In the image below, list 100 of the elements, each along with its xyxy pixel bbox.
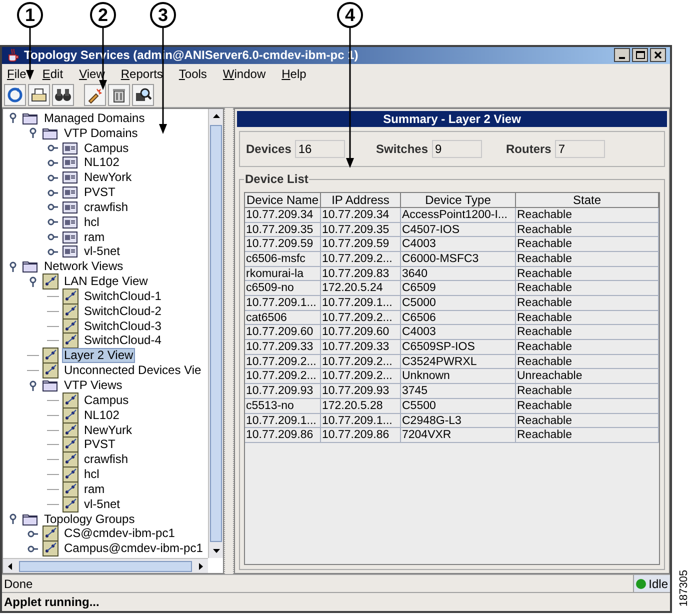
table-cell: Unreachable	[516, 369, 659, 384]
column-header[interactable]: IP Address	[321, 192, 401, 207]
device-icon	[62, 169, 79, 186]
tree-item[interactable]: vl-5net	[82, 244, 122, 260]
table-cell: Reachable	[516, 428, 659, 442]
tree-item[interactable]: hcl	[82, 467, 102, 482]
topology-icon	[62, 436, 79, 454]
tree-item[interactable]: LAN Edge View	[62, 274, 150, 290]
tree-item[interactable]: SwitchCloud-1	[82, 288, 164, 304]
callout-marker: 2	[90, 2, 116, 28]
callout-marker: 4	[337, 2, 363, 28]
tree-item[interactable]: CS@cmdev-ibm-pc1	[62, 526, 177, 542]
tree-item[interactable]: vl-5net	[82, 496, 122, 512]
table-cell: C4507-IOS	[401, 222, 516, 236]
tree-item[interactable]: hcl	[82, 214, 102, 230]
table-cell: Reachable	[516, 384, 659, 398]
toggle-icon[interactable]	[7, 112, 19, 124]
vertical-scrollbar[interactable]	[208, 108, 223, 558]
table-cell: 10.77.209.33	[245, 340, 321, 354]
menu-item[interactable]: Edit	[42, 68, 64, 80]
tree-item[interactable]: Campus	[82, 392, 131, 408]
table-cell: Reachable	[516, 252, 659, 266]
toggle-icon[interactable]	[47, 142, 59, 154]
tree-item[interactable]: SwitchCloud-4	[82, 333, 164, 348]
close-button[interactable]	[650, 48, 666, 62]
panel-header: Summary - Layer 2 View	[237, 110, 667, 127]
table-cell: c6506-msfc	[245, 252, 321, 266]
tree-item[interactable]: Campus@cmdev-ibm-pc1	[62, 541, 205, 556]
tree-item[interactable]: Network Views	[42, 259, 126, 274]
tree-item[interactable]: ram	[82, 230, 107, 245]
topology-icon	[62, 302, 79, 320]
topology-icon	[42, 362, 59, 380]
table-cell: 10.77.209.1...	[321, 296, 401, 310]
tree-item[interactable]: VTP Domains	[62, 126, 140, 141]
table-cell: C4003	[401, 237, 516, 251]
toolbar-button[interactable]	[28, 84, 50, 106]
table-cell: C2948G-L3	[401, 414, 516, 428]
menu-item[interactable]: Reports	[120, 68, 163, 80]
tree-item[interactable]: Unconnected Devices Vie	[62, 363, 204, 378]
toggle-icon[interactable]	[27, 127, 39, 140]
split-handle[interactable]	[224, 108, 234, 574]
count-field: 7	[555, 140, 606, 158]
tree-item[interactable]: crawfish	[82, 452, 130, 468]
toggle-icon[interactable]	[7, 260, 19, 273]
minimize-button[interactable]	[614, 48, 630, 62]
tree-item[interactable]: PVST	[82, 437, 118, 452]
scroll-thumb[interactable]	[210, 124, 222, 542]
tree-item[interactable]: Topology Groups	[42, 512, 137, 527]
device-icon	[62, 140, 79, 156]
tree-item[interactable]: Layer 2 View	[62, 348, 136, 364]
table-cell: Reachable	[516, 354, 659, 368]
maximize-button[interactable]	[632, 48, 648, 62]
status-text: Done	[3, 576, 34, 592]
applet-status: Applet running...	[3, 594, 100, 611]
menu-item[interactable]: Tools	[178, 68, 207, 80]
toolbar-button[interactable]	[52, 84, 74, 106]
tree-item[interactable]: SwitchCloud-2	[82, 304, 164, 319]
horizontal-scrollbar[interactable]	[3, 558, 208, 573]
column-header[interactable]: Device Type	[401, 192, 516, 207]
toggle-icon[interactable]	[7, 513, 19, 526]
table-cell: Reachable	[516, 208, 659, 222]
tree-item[interactable]: NL102	[82, 155, 122, 170]
table-cell: 10.77.209.33	[321, 340, 401, 354]
tree-item[interactable]: crawfish	[82, 200, 130, 215]
tree-item[interactable]: PVST	[82, 185, 118, 200]
toolbar-button[interactable]	[84, 84, 106, 106]
tree-item[interactable]: ram	[82, 482, 107, 497]
scroll-thumb[interactable]	[19, 560, 192, 572]
toggle-icon[interactable]	[27, 276, 39, 288]
column-header[interactable]: State	[516, 192, 659, 207]
table-cell: 10.77.209.93	[321, 384, 401, 398]
table-cell: c5513-no	[245, 398, 321, 413]
menu-item[interactable]: Window	[222, 68, 266, 80]
trash-icon	[110, 86, 128, 104]
menu-item[interactable]: File	[7, 68, 26, 80]
printer-icon	[30, 86, 48, 104]
table-cell: 10.77.209.86	[321, 428, 401, 442]
tree-item[interactable]: VTP Views	[62, 378, 124, 393]
topology-icon	[62, 392, 79, 409]
coffee-cup-icon	[6, 48, 20, 62]
toolbar-button[interactable]	[108, 84, 130, 106]
device-icon	[62, 184, 79, 202]
table-cell: 10.77.209.2...	[321, 369, 401, 384]
tree-item[interactable]: Managed Domains	[42, 110, 147, 126]
tree-item[interactable]: NewYork	[82, 170, 134, 186]
table-cell: 3640	[401, 266, 516, 280]
table-cell: 10.77.209.2...	[321, 354, 401, 368]
tree-item[interactable]: Campus	[82, 140, 131, 156]
toggle-icon[interactable]	[27, 380, 39, 392]
tree-item[interactable]: NL102	[82, 408, 122, 423]
table-cell: Reachable	[516, 398, 659, 413]
device-icon	[62, 243, 79, 260]
toolbar-button[interactable]	[132, 84, 154, 106]
topology-icon	[42, 525, 59, 542]
table-cell: 10.77.209.34	[245, 208, 321, 222]
menu-item[interactable]: Help	[282, 68, 306, 80]
column-header[interactable]: Device Name	[245, 192, 321, 207]
topology-icon	[62, 406, 79, 424]
tree-item[interactable]: SwitchCloud-3	[82, 318, 164, 334]
tree-item[interactable]: NewYurk	[82, 422, 134, 438]
